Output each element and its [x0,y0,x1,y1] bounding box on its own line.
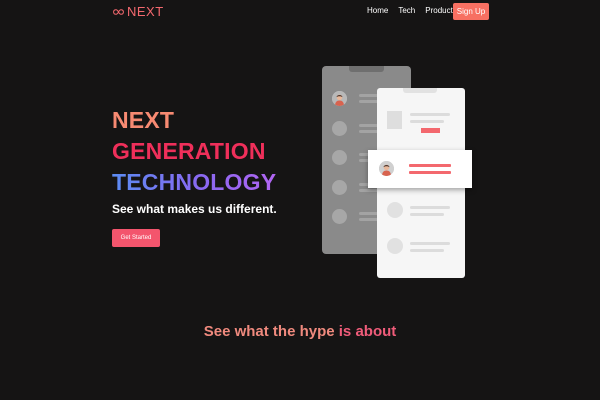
avatar-placeholder [332,209,347,224]
hero-illustration [322,66,474,281]
accent-line [409,164,451,167]
phone-notch [403,88,437,93]
get-started-button[interactable]: Get Started [112,229,160,247]
avatar-placeholder [332,121,347,136]
accent-line [409,171,451,174]
accent-bar [421,128,440,133]
image-placeholder-icon [387,111,402,129]
headline-line-next: NEXT [112,107,175,133]
text-line [410,249,444,252]
text-line [359,94,379,97]
hero-tagline: See what makes us different. [112,202,277,216]
hero-headline: NEXT GENERATION TECHNOLOGY [112,105,276,198]
section-heading: See what the hype is about [0,323,600,340]
nav-menu: Home Tech Products [367,6,457,16]
text-line [410,206,450,209]
navbar: NEXT Home Tech Products Sign Up [0,0,600,24]
landing-page: NEXT Home Tech Products Sign Up NEXT GEN… [0,0,600,400]
section-heading-part-1: See what the hype [203,323,339,340]
nav-link-tech[interactable]: Tech [398,6,415,16]
headline-line-technology: TECHNOLOGY [112,167,276,198]
infinity-icon [113,8,124,15]
text-line [410,242,450,245]
text-line [410,120,444,123]
headline-line-generation: GENERATION [112,138,266,164]
section-heading-part-2: is about [338,323,397,340]
sign-up-button[interactable]: Sign Up [453,3,489,20]
avatar-placeholder [332,150,347,165]
text-line [359,124,379,127]
avatar-placeholder [387,238,403,254]
highlighted-card [368,150,472,188]
avatar-placeholder [387,202,403,218]
user-avatar-icon [332,91,347,106]
text-line [410,113,450,116]
text-line [410,213,444,216]
user-avatar-icon [379,161,394,176]
logo-link[interactable]: NEXT [113,4,164,19]
nav-link-home[interactable]: Home [367,6,388,16]
logo-text: NEXT [127,4,164,19]
phone-notch [349,66,384,72]
text-line [359,212,379,215]
avatar-placeholder [332,180,347,195]
